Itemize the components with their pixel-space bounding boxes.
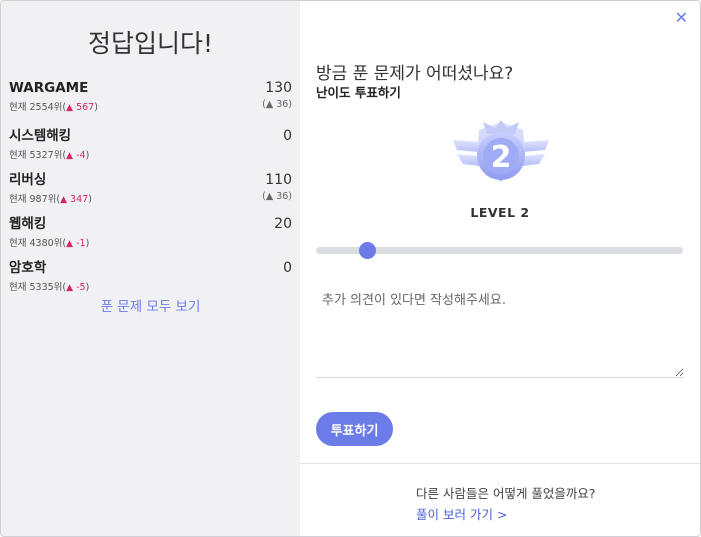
result-title: 정답입니다!	[87, 29, 214, 58]
category-rank: 현재 987위(▲ 347)	[9, 194, 92, 205]
rank-up-icon: ▲ 347	[60, 194, 89, 205]
level-badge-icon: 2	[453, 120, 549, 182]
divider	[300, 463, 700, 464]
vote-question: 방금 푼 문제가 어떠셨나요?	[316, 64, 514, 84]
category-score: 130	[265, 80, 292, 96]
rank-up-icon: ▲ -4	[66, 150, 86, 161]
slider-thumb[interactable]	[359, 242, 377, 259]
category-name: 리버싱	[9, 172, 47, 188]
category-score: 0	[283, 128, 292, 144]
category-name: WARGAME	[9, 80, 89, 96]
category-name: 시스템해킹	[9, 128, 72, 144]
comment-input[interactable]	[316, 281, 684, 378]
others-question: 다른 사람들은 어떻게 풀었을까요?	[416, 486, 596, 501]
category-item: 암호학 0 현재 5335위(▲ -5)	[9, 256, 292, 300]
category-rank: 현재 4380위(▲ -1)	[9, 238, 90, 249]
rank-up-icon: ▲ 567	[66, 102, 95, 113]
category-score: 110	[265, 172, 292, 188]
rank-up-icon: ▲ -1	[66, 238, 86, 249]
category-score: 0	[283, 260, 292, 276]
vote-panel: ✕ 방금 푼 문제가 어떠셨나요? 난이도 투표하기 2 LEVEL 2 추가 …	[300, 1, 700, 536]
difficulty-slider[interactable]	[316, 242, 683, 259]
category-score-gain: (▲ 36)	[262, 99, 292, 110]
category-name: 암호학	[9, 260, 47, 276]
category-item: 웹해킹 20 현재 4380위(▲ -1)	[9, 212, 292, 256]
category-item: WARGAME 130 현재 2554위(▲ 567) (▲ 36)	[9, 80, 292, 124]
vote-subtitle: 난이도 투표하기	[316, 85, 401, 100]
category-list: WARGAME 130 현재 2554위(▲ 567) (▲ 36) 시스템해킹 0 현재 …	[9, 80, 292, 300]
result-modal: 정답입니다! WARGAME 130 현재 2554위(▲ 567) (▲ 36) 시스…	[0, 0, 701, 537]
result-panel: 정답입니다! WARGAME 130 현재 2554위(▲ 567) (▲ 36) 시스…	[1, 1, 300, 536]
category-rank: 현재 5335위(▲ -5)	[9, 282, 90, 293]
level-label: LEVEL 2	[470, 205, 530, 220]
view-all-solved-link[interactable]: 푼 문제 모두 보기	[9, 295, 292, 315]
category-rank: 현재 5327위(▲ -4)	[9, 150, 90, 161]
rank-up-icon: ▲ -5	[66, 282, 86, 293]
vote-button[interactable]: 투표하기	[316, 412, 393, 446]
category-score: 20	[274, 216, 292, 232]
category-item: 리버싱 110 현재 987위(▲ 347) (▲ 36)	[9, 168, 292, 212]
badge-number: 2	[491, 140, 512, 175]
category-name: 웹해킹	[9, 216, 47, 232]
category-item: 시스템해킹 0 현재 5327위(▲ -4)	[9, 124, 292, 168]
category-score-gain: (▲ 36)	[262, 191, 292, 202]
category-rank: 현재 2554위(▲ 567)	[9, 102, 98, 113]
close-icon[interactable]: ✕	[675, 10, 688, 26]
view-solutions-link[interactable]: 풀이 보러 가기 >	[416, 504, 507, 523]
